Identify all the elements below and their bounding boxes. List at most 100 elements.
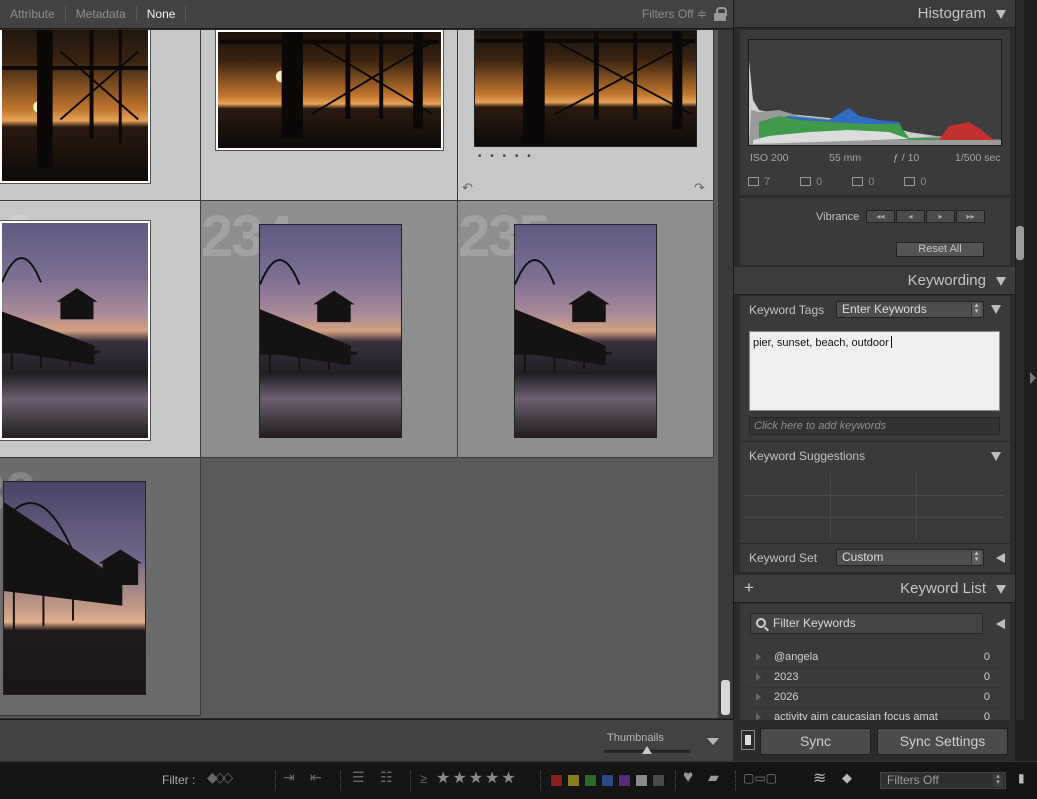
expand-arrow-icon[interactable]	[756, 693, 761, 701]
color-label-blue[interactable]	[601, 774, 614, 787]
add-keywords-field[interactable]: Click here to add keywords	[749, 417, 1000, 435]
filmstrip-filter-select[interactable]: Filters Off ▴ ▾	[880, 772, 1006, 789]
histogram-header[interactable]: Histogram	[734, 0, 1016, 28]
keyword-suggestions-grid[interactable]	[744, 473, 1004, 539]
stack-icon[interactable]: ≋	[813, 768, 826, 788]
add-keyword-plus-icon[interactable]: +	[744, 578, 754, 598]
collapse-triangle-icon[interactable]	[996, 277, 1006, 286]
photo-thumbnail[interactable]	[3, 481, 146, 695]
rating-operator[interactable]: ≥	[420, 771, 427, 786]
keyword-list-item[interactable]: 2023 0	[746, 668, 1002, 688]
star-rating-filter[interactable]: ★★★★★	[436, 768, 518, 788]
filter-tab-none[interactable]: None	[137, 7, 187, 21]
edit-status-filter-icon[interactable]: ⇥	[283, 769, 295, 786]
view-mode-icons[interactable]: ▢▭▢	[743, 771, 777, 785]
toolbar-options-chevron-icon[interactable]	[707, 738, 719, 745]
heart-icon[interactable]: ♥	[683, 767, 693, 787]
filter-lock-switch-icon[interactable]: ▮	[1018, 771, 1025, 785]
histogram-graph[interactable]	[748, 39, 1002, 146]
star-2-icon[interactable]: ★	[452, 770, 468, 787]
vibrance-decrease-button[interactable]: ◂	[896, 210, 925, 223]
filter-presets-dropdown[interactable]: Filters Off ≑	[642, 7, 707, 21]
star-4-icon[interactable]: ★	[485, 770, 501, 787]
expand-arrow-icon[interactable]	[756, 673, 761, 681]
photo-thumbnail[interactable]	[474, 30, 697, 147]
expand-arrow-icon[interactable]	[756, 653, 761, 661]
reset-all-button[interactable]: Reset All	[896, 242, 984, 257]
original-photo-count: 7	[748, 176, 770, 188]
color-label-none[interactable]	[652, 774, 665, 787]
keyword-suggestions-collapse-icon[interactable]	[991, 452, 1001, 461]
virtual-copy-icon	[904, 177, 916, 186]
color-label-custom[interactable]	[635, 774, 648, 787]
thumbnail-size-slider-knob[interactable]	[642, 746, 652, 754]
vibrance-label: Vibrance	[816, 211, 860, 223]
rating-dots[interactable]: • • • • •	[478, 151, 534, 162]
keyword-set-select[interactable]: Custom ▴ ▾	[836, 549, 984, 566]
pier-sunset-image	[2, 30, 148, 169]
histogram-iso: ISO 200	[750, 152, 789, 164]
keyword-list-item[interactable]: activity aim caucasian focus amat 0	[746, 708, 1002, 720]
filter-keywords-input[interactable]: Filter Keywords	[750, 613, 983, 634]
rotate-right-icon[interactable]: ↷	[694, 180, 705, 196]
comment-icon[interactable]: ▰	[708, 769, 719, 786]
color-label-yellow[interactable]	[567, 774, 580, 787]
keyword-tags-select[interactable]: Enter Keywords ▴ ▾	[836, 301, 984, 318]
keyword-list-item-clip: activity aim caucasian focus amat 0	[746, 708, 1002, 720]
grid-scrollbar[interactable]	[718, 30, 733, 718]
photo-thumbnail[interactable]	[0, 221, 150, 440]
color-label-purple[interactable]	[618, 774, 631, 787]
filter-tab-attribute[interactable]: Attribute	[0, 7, 66, 21]
expand-arrow-icon[interactable]	[756, 713, 761, 720]
color-label-red[interactable]	[550, 774, 563, 787]
keyword-list-item[interactable]: @angela 0	[746, 648, 1002, 668]
vibrance-increase-large-button[interactable]: ▸▸	[956, 210, 985, 223]
library-filter-bar: Attribute Metadata None Filters Off ≑	[0, 0, 733, 29]
keywords-text-area[interactable]: pier, sunset, beach, outdoor	[749, 331, 1000, 411]
grid-cell[interactable]: 234	[201, 201, 458, 458]
separator	[675, 771, 676, 791]
grid-cell[interactable]	[0, 30, 201, 201]
grid-cell[interactable]: 236	[0, 458, 201, 716]
star-3-icon[interactable]: ★	[469, 770, 485, 787]
grid-scrollbar-thumb[interactable]	[721, 680, 730, 715]
kind-filter-icon[interactable]: ⇤	[310, 769, 322, 786]
keyword-list-item[interactable]: 2026 0	[746, 688, 1002, 708]
sync-button[interactable]: Sync	[760, 728, 871, 755]
grid-cell[interactable]	[201, 30, 458, 201]
video-filter-icon[interactable]: ☷	[380, 769, 393, 786]
auto-sync-switch[interactable]	[741, 730, 755, 750]
star-5-icon[interactable]: ★	[501, 770, 517, 787]
panel-toggle-arrow-icon[interactable]	[1030, 372, 1036, 384]
color-label-green[interactable]	[584, 774, 597, 787]
grid-cell[interactable]: • • • • • ↶ ↷	[458, 30, 714, 201]
collapse-triangle-icon[interactable]	[996, 10, 1006, 19]
virtual-copy-filter-icon[interactable]: ☰	[352, 769, 365, 786]
collapse-triangle-icon[interactable]	[996, 585, 1006, 594]
filter-lock-icon[interactable]	[713, 7, 727, 21]
filter-tab-metadata[interactable]: Metadata	[66, 7, 137, 21]
filter-keywords-expand-icon[interactable]	[996, 619, 1005, 629]
flag-filter-icons[interactable]: ◆◇◇	[207, 769, 233, 786]
vibrance-decrease-large-button[interactable]: ◂◂	[866, 210, 895, 223]
photo-thumbnail[interactable]	[514, 224, 657, 438]
keyword-list-header[interactable]: + Keyword List	[734, 575, 1016, 603]
grid-cell[interactable]: 235	[458, 201, 714, 458]
pier-sunset-image	[475, 31, 696, 145]
keyword-set-expand-icon[interactable]	[996, 553, 1005, 563]
photo-thumbnail[interactable]	[216, 30, 443, 150]
keyword-tags-collapse-icon[interactable]	[991, 305, 1001, 314]
star-1-icon[interactable]: ★	[436, 770, 452, 787]
sync-settings-button[interactable]: Sync Settings	[877, 728, 1008, 755]
grid-cell[interactable]: 233	[0, 201, 201, 458]
keyword-list-title: Keyword List	[900, 580, 986, 597]
right-panel-scrollbar[interactable]	[1016, 0, 1024, 720]
right-panel-scrollbar-thumb[interactable]	[1016, 226, 1024, 260]
photo-thumbnail[interactable]	[0, 30, 150, 183]
vibrance-increase-button[interactable]: ▸	[926, 210, 955, 223]
keywording-header[interactable]: Keywording	[734, 267, 1016, 295]
separator	[410, 771, 411, 791]
photo-thumbnail[interactable]	[259, 224, 402, 438]
diamond-toggle-icon[interactable]: ◆	[842, 770, 852, 786]
rotate-left-icon[interactable]: ↶	[462, 180, 473, 196]
